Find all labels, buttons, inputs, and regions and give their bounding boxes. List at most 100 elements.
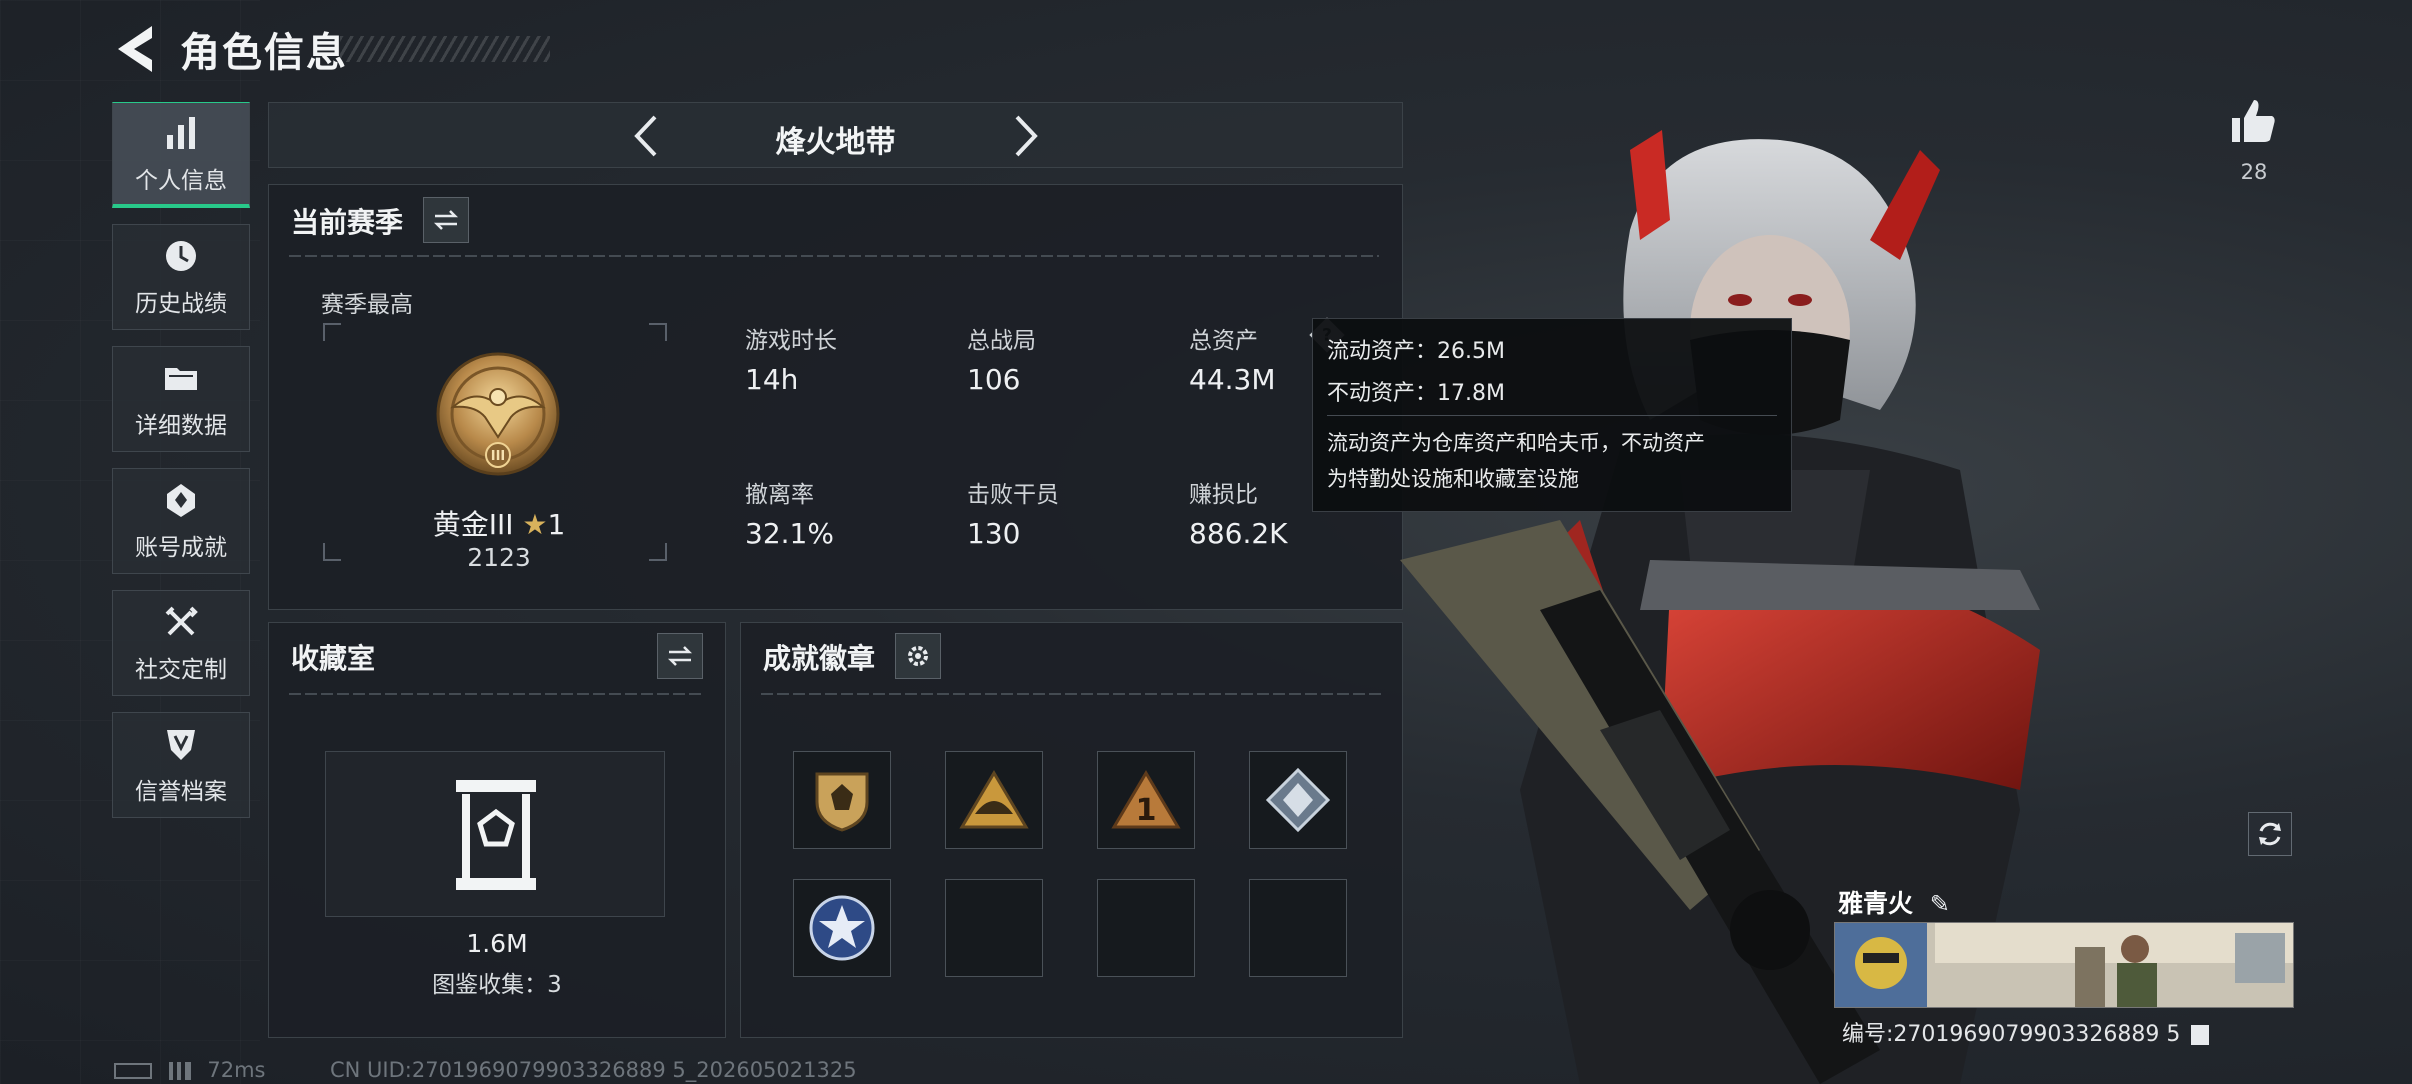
season-panel: 当前赛季 赛季最高 III 黄金III ★1 2123 游戏时长 14h 总战局… <box>268 184 1403 610</box>
frame-corner <box>649 543 667 561</box>
badge-slot-empty[interactable] <box>1249 879 1347 977</box>
sidebar-item-personal-info[interactable]: 个人信息 <box>112 102 250 208</box>
badge-slot[interactable] <box>793 879 891 977</box>
svg-text:III: III <box>491 449 506 464</box>
swap-icon <box>667 646 693 666</box>
like-count: 28 <box>2240 160 2268 184</box>
stat-value: 886.2K <box>1189 517 1288 550</box>
collection-preview[interactable] <box>325 751 665 917</box>
uid-text: CN UID:2701969079903326889 5_20260502132… <box>330 1058 857 1082</box>
stat-value: 14h <box>745 363 799 396</box>
thumbs-up-icon[interactable] <box>2228 96 2278 146</box>
frame-corner <box>323 543 341 561</box>
stat-label: 撤离率 <box>745 482 814 508</box>
badge-slot[interactable] <box>1249 751 1347 849</box>
sidebar-item-social[interactable]: 社交定制 <box>112 590 250 696</box>
chevron-right-icon[interactable] <box>999 111 1049 161</box>
star-icon: ★ <box>522 508 548 541</box>
bar-chart-icon <box>167 116 195 149</box>
badge-slot[interactable]: 1 <box>1097 751 1195 849</box>
divider <box>761 693 1381 695</box>
tooltip-description-line2: 为特勤处设施和收藏室设施 <box>1327 467 1579 491</box>
badges-panel: 成就徽章 1 <box>740 622 1403 1038</box>
collection-title: 收藏室 <box>291 642 376 675</box>
season-best-label: 赛季最高 <box>321 292 413 318</box>
refresh-icon <box>2259 822 2281 846</box>
gear-icon <box>908 646 928 666</box>
player-id-row: 编号:2701969079903326889 5 <box>1842 1016 2210 1048</box>
sidebar-item-reputation[interactable]: 信誉档案 <box>112 712 250 818</box>
badge-slot-empty[interactable] <box>945 879 1043 977</box>
sidebar-item-label: 社交定制 <box>135 657 227 683</box>
mode-selector: 烽火地带 <box>268 102 1403 168</box>
tooltip-liquid-assets: 流动资产：26.5M <box>1327 339 1505 364</box>
sidebar-item-label: 历史战绩 <box>135 291 227 317</box>
badges-settings-button[interactable] <box>895 633 941 679</box>
ping-value: 72ms <box>207 1058 266 1082</box>
badge-slot[interactable] <box>793 751 891 849</box>
clock-history-icon <box>166 241 196 271</box>
collection-switch-button[interactable] <box>657 633 703 679</box>
collection-value: 1.6M <box>466 929 528 958</box>
asset-tooltip: 流动资产：26.5M 不动资产：17.8M 流动资产为仓库资产和哈夫币，不动资产… <box>1312 318 1792 512</box>
rank-stars: 1 <box>547 508 566 541</box>
edit-pencil-icon[interactable]: ✎ <box>1930 890 1950 918</box>
stat-value: 106 <box>967 363 1021 396</box>
sidebar-item-label: 详细数据 <box>135 413 227 439</box>
player-card-banner[interactable] <box>1834 922 2294 1008</box>
title-decoration <box>340 36 550 62</box>
frame-corner <box>323 323 341 341</box>
player-name: 雅青火 <box>1838 889 1914 918</box>
player-id: 编号:2701969079903326889 5 <box>1842 1022 2181 1047</box>
stat-value: 44.3M <box>1189 363 1276 396</box>
diamond-badge-icon <box>1265 767 1331 833</box>
badge-slot-empty[interactable] <box>1097 879 1195 977</box>
badge-slot[interactable] <box>945 751 1043 849</box>
stat-label: 总资产 <box>1189 328 1258 354</box>
season-title: 当前赛季 <box>291 206 404 239</box>
divider <box>289 255 1379 257</box>
sidebar-item-detailed-data[interactable]: 详细数据 <box>112 346 250 452</box>
signal-icon <box>168 1062 191 1080</box>
collection-cabinet-icon <box>456 780 536 890</box>
helmet-triangle-badge-icon <box>959 770 1029 829</box>
shield-badge-icon <box>815 772 869 832</box>
player-banner-image <box>1835 923 2293 1007</box>
frame-corner <box>649 323 667 341</box>
star-circle-badge-icon <box>809 895 875 961</box>
sidebar-item-label: 信誉档案 <box>135 779 227 805</box>
back-arrow-icon[interactable] <box>112 22 158 76</box>
copy-icon[interactable] <box>2191 1025 2210 1045</box>
tooltip-description-line1: 流动资产为仓库资产和哈夫币，不动资产 <box>1327 431 1705 455</box>
battery-icon <box>114 1063 152 1079</box>
collection-count: 图鉴收集：3 <box>432 972 562 998</box>
tooltip-divider <box>1327 415 1777 416</box>
mode-name: 烽火地带 <box>775 125 896 160</box>
svg-text:1: 1 <box>1136 793 1157 828</box>
badges-title: 成就徽章 <box>763 642 876 675</box>
stat-label: 总战局 <box>967 328 1036 354</box>
page-title: 角色信息 <box>180 30 348 76</box>
rank-score: 2123 <box>467 543 531 572</box>
number-one-triangle-badge-icon: 1 <box>1111 770 1181 829</box>
tools-icon <box>165 606 198 636</box>
divider <box>289 693 705 695</box>
stat-label: 游戏时长 <box>745 328 837 354</box>
stat-label: 赚损比 <box>1189 482 1258 508</box>
gold-rank-emblem-icon: III <box>436 352 560 476</box>
sidebar-item-label: 个人信息 <box>135 167 227 194</box>
shield-icon <box>167 730 195 760</box>
sidebar-item-achievements[interactable]: 账号成就 <box>112 468 250 574</box>
sidebar-item-history[interactable]: 历史战绩 <box>112 224 250 330</box>
season-switch-button[interactable] <box>423 197 469 243</box>
rank-name-row: 黄金III ★1 <box>369 503 629 543</box>
folder-icon <box>165 368 197 390</box>
status-bar: 72ms <box>114 1058 266 1082</box>
achievement-icon <box>167 484 195 517</box>
rotate-model-button[interactable] <box>2248 812 2292 856</box>
swap-icon <box>433 210 459 230</box>
rank-name: 黄金III <box>432 508 514 541</box>
stat-value: 32.1% <box>745 517 834 550</box>
tooltip-fixed-assets: 不动资产：17.8M <box>1327 381 1505 406</box>
collection-panel: 收藏室 1.6M 图鉴收集：3 <box>268 622 726 1038</box>
